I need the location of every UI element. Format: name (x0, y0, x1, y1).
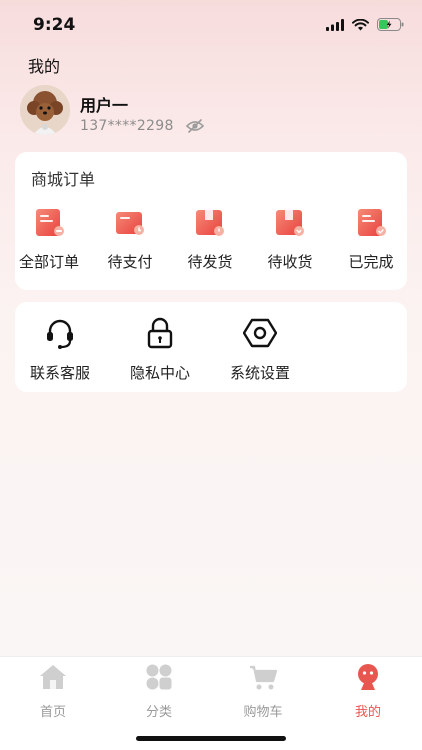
services-card: 联系客服 隐私中心 系统设置 (15, 302, 407, 392)
tab-profile-label: 我的 (354, 705, 381, 720)
status-bar: 9:24 (0, 0, 422, 50)
home-indicator (136, 736, 286, 741)
order-completed-label: 已完成 (348, 253, 394, 271)
order-completed[interactable]: 已完成 (336, 208, 406, 272)
order-pending-payment[interactable]: 待支付 (95, 208, 165, 272)
eye-hidden-icon[interactable] (186, 119, 204, 133)
tab-home[interactable]: 首页 (13, 663, 93, 720)
signal-icon (326, 18, 344, 31)
order-pending-receipt[interactable]: 待收货 (255, 208, 325, 272)
order-pending-shipment[interactable]: 待发货 (175, 208, 245, 272)
tab-home-label: 首页 (39, 705, 66, 720)
document-check-icon (356, 208, 386, 238)
battery-icon (377, 18, 404, 31)
orders-card-title: 商城订单 (31, 170, 96, 189)
package-receive-icon (275, 208, 305, 238)
home-icon (40, 665, 66, 689)
service-system-settings[interactable]: 系统设置 (215, 316, 305, 383)
tab-category[interactable]: 分类 (119, 663, 199, 720)
orders-card: 商城订单 全部订单 待支付 待发货 待收货 已完成 (15, 152, 407, 290)
service-customer-support-label: 联系客服 (29, 364, 90, 382)
service-system-settings-label: 系统设置 (229, 364, 290, 382)
order-pending-receipt-label: 待收货 (267, 253, 313, 271)
tab-profile[interactable]: 我的 (328, 663, 408, 720)
profile-icon (358, 664, 378, 690)
wallet-icon (115, 208, 145, 238)
box-icon (195, 208, 225, 238)
settings-hexagon-icon (242, 318, 278, 348)
document-icon (34, 208, 64, 238)
user-name: 用户一 (80, 96, 129, 115)
order-pending-shipment-label: 待发货 (187, 253, 233, 271)
service-customer-support[interactable]: 联系客服 (15, 316, 105, 383)
status-icons (326, 18, 404, 31)
avatar[interactable] (20, 85, 70, 135)
wifi-icon (352, 18, 369, 30)
headset-icon (47, 319, 73, 349)
user-phone: 137****2298 (80, 118, 174, 134)
lock-icon (147, 317, 173, 349)
tab-cart[interactable]: 购物车 (223, 663, 303, 720)
order-all[interactable]: 全部订单 (14, 208, 84, 272)
order-all-label: 全部订单 (18, 253, 79, 271)
tab-category-label: 分类 (145, 705, 172, 720)
avatar-image (20, 85, 70, 135)
page-title: 我的 (28, 57, 61, 76)
status-time: 9:24 (33, 15, 76, 35)
service-privacy-center[interactable]: 隐私中心 (115, 316, 205, 383)
cart-icon (250, 665, 278, 690)
category-grid-icon (146, 664, 172, 690)
tab-cart-label: 购物车 (243, 705, 283, 720)
service-privacy-center-label: 隐私中心 (129, 364, 190, 382)
order-pending-payment-label: 待支付 (107, 253, 153, 271)
